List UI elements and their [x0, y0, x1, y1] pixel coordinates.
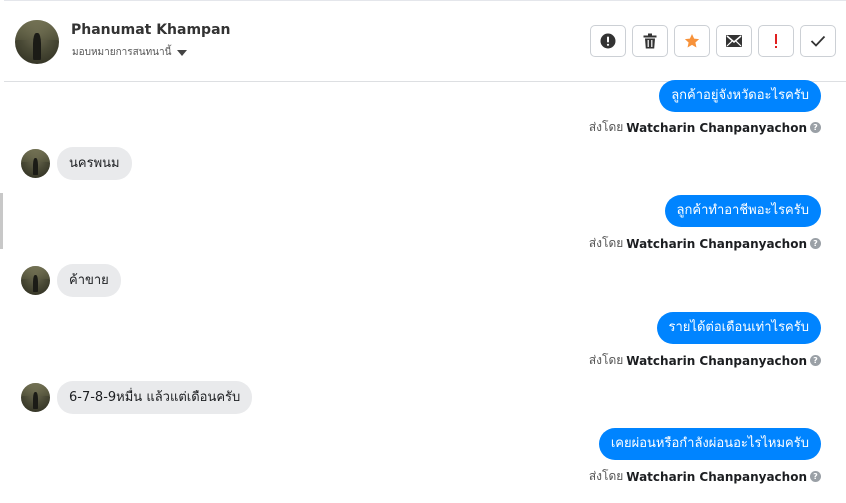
- sent-by-prefix: ส่งโดย: [588, 469, 624, 483]
- sender-name: Watcharin Chanpanyachon: [626, 120, 807, 135]
- contact-name[interactable]: Phanumat Khampan: [71, 22, 231, 38]
- sender-name: Watcharin Chanpanyachon: [626, 353, 807, 368]
- contact-avatar[interactable]: [21, 149, 50, 178]
- check-icon: [810, 35, 826, 47]
- scrollbar-thumb[interactable]: [0, 193, 3, 249]
- assign-conversation-dropdown[interactable]: มอบหมายการสนทนานี้: [72, 45, 188, 60]
- incoming-message[interactable]: 6-7-8-9หมื่น แล้วแต่เดือนครับ: [57, 381, 253, 414]
- help-icon[interactable]: ?: [810, 471, 821, 482]
- delete-button[interactable]: [632, 25, 668, 57]
- incoming-message-row: นครพนม: [21, 147, 132, 180]
- sent-by-line: ส่งโดย Watcharin Chanpanyachon ?: [589, 351, 821, 370]
- caret-down-icon: [177, 49, 188, 56]
- contact-avatar[interactable]: [21, 266, 50, 295]
- sent-by-prefix: ส่งโดย: [588, 353, 624, 367]
- contact-avatar[interactable]: [15, 20, 59, 64]
- envelope-icon: [726, 35, 742, 47]
- sent-by-line: ส่งโดย Watcharin Chanpanyachon ?: [589, 467, 821, 486]
- star-button[interactable]: [674, 25, 710, 57]
- star-icon: [684, 34, 700, 48]
- mark-unread-button[interactable]: [716, 25, 752, 57]
- sent-by-line: ส่งโดย Watcharin Chanpanyachon ?: [589, 118, 821, 137]
- outgoing-message[interactable]: ลูกค้าทำอาชีพอะไรครับ: [664, 195, 821, 227]
- contact-avatar[interactable]: [21, 383, 50, 412]
- outgoing-message[interactable]: ลูกค้าอยู่จังหวัดอะไรครับ: [659, 80, 821, 112]
- avatar-photo-figure: [33, 391, 39, 410]
- exclamation-icon: [775, 34, 777, 48]
- exclamation-circle-icon: [600, 33, 616, 49]
- sender-name: Watcharin Chanpanyachon: [626, 236, 807, 251]
- sent-by-prefix: ส่งโดย: [588, 120, 624, 134]
- help-icon[interactable]: ?: [810, 238, 821, 249]
- help-icon[interactable]: ?: [810, 122, 821, 133]
- trash-icon: [643, 33, 657, 49]
- conversation-header: Phanumat Khampan มอบหมายการสนทนานี้: [4, 0, 846, 82]
- outgoing-message[interactable]: เคยผ่อนหรือกำลังผ่อนอะไรไหมครับ: [598, 428, 821, 460]
- done-button[interactable]: [800, 25, 836, 57]
- incoming-message-row: 6-7-8-9หมื่น แล้วแต่เดือนครับ: [21, 381, 253, 414]
- avatar-photo-figure: [33, 274, 39, 293]
- help-icon[interactable]: ?: [810, 355, 821, 366]
- incoming-message[interactable]: ค้าขาย: [57, 264, 121, 297]
- assign-label: มอบหมายการสนทนานี้: [72, 47, 172, 58]
- spam-button[interactable]: [758, 25, 794, 57]
- sent-by-line: ส่งโดย Watcharin Chanpanyachon ?: [589, 234, 821, 253]
- outgoing-message[interactable]: รายได้ต่อเดือนเท่าไรครับ: [656, 312, 821, 344]
- incoming-message-row: ค้าขาย: [21, 264, 121, 297]
- message-thread[interactable]: ลูกค้าอยู่จังหวัดอะไรครับ ส่งโดย Watchar…: [0, 80, 846, 503]
- header-actions: [590, 25, 836, 57]
- incoming-message[interactable]: นครพนม: [57, 147, 132, 180]
- sent-by-prefix: ส่งโดย: [588, 236, 624, 250]
- avatar-photo-figure: [33, 33, 42, 60]
- avatar-photo-figure: [33, 157, 39, 176]
- sender-name: Watcharin Chanpanyachon: [626, 469, 807, 484]
- report-button[interactable]: [590, 25, 626, 57]
